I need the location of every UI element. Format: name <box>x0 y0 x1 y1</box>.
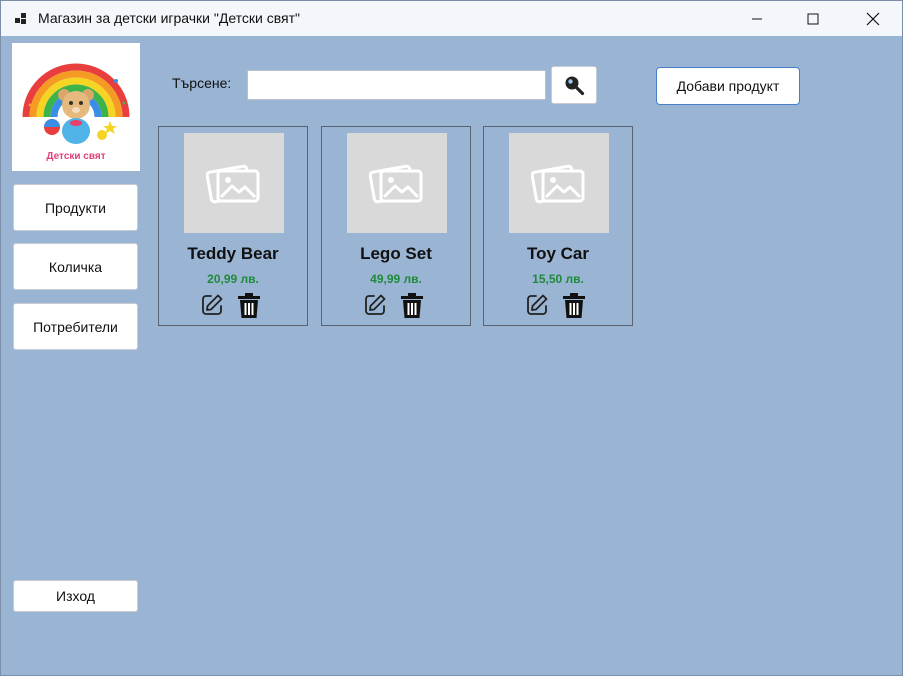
sidebar-item-products[interactable]: Продукти <box>13 184 138 231</box>
product-card[interactable]: Teddy Bear 20,99 лв. <box>158 126 308 326</box>
search-label: Търсене: <box>172 75 232 91</box>
minimize-button[interactable] <box>734 1 780 36</box>
product-name: Toy Car <box>526 244 590 263</box>
search-input[interactable] <box>247 70 546 100</box>
product-image <box>509 133 609 233</box>
close-button[interactable] <box>850 1 896 36</box>
sidebar-item-label: Продукти <box>44 199 106 216</box>
sidebar-item-cart[interactable]: Количка <box>13 243 138 290</box>
trash-icon[interactable] <box>562 293 586 319</box>
product-card[interactable]: Toy Car 15,50 лв. <box>483 126 633 326</box>
sidebar-item-label: Количка <box>48 258 103 275</box>
product-name: Teddy Bear <box>187 244 279 263</box>
app-icon <box>14 11 30 27</box>
edit-icon[interactable] <box>363 293 387 317</box>
exit-button[interactable]: Изход <box>13 580 138 612</box>
add-product-label: Добави продукт <box>676 78 780 94</box>
product-image <box>184 133 284 233</box>
sidebar-item-users[interactable]: Потребители <box>13 303 138 350</box>
image-placeholder-icon <box>206 164 260 204</box>
product-price: 20,99 лв. <box>207 272 259 286</box>
store-logo: Детски свят <box>12 43 140 171</box>
product-image <box>347 133 447 233</box>
search-button[interactable] <box>551 66 597 104</box>
title-bar: Магазин за детски играчки "Детски свят" <box>1 1 902 36</box>
sidebar-item-label: Потребители <box>33 318 118 335</box>
edit-icon[interactable] <box>200 293 224 317</box>
trash-icon[interactable] <box>400 293 424 319</box>
product-price: 49,99 лв. <box>370 272 422 286</box>
product-card[interactable]: Lego Set 49,99 лв. <box>321 126 471 326</box>
window-title: Магазин за детски играчки "Детски свят" <box>38 10 300 26</box>
exit-button-label: Изход <box>56 588 95 604</box>
add-product-button[interactable]: Добави продукт <box>656 67 800 105</box>
product-price: 15,50 лв. <box>532 272 584 286</box>
maximize-button[interactable] <box>790 1 836 36</box>
product-name: Lego Set <box>360 244 432 263</box>
image-placeholder-icon <box>369 164 423 204</box>
image-placeholder-icon <box>531 164 585 204</box>
trash-icon[interactable] <box>237 293 261 319</box>
logo-caption: Детски свят <box>46 151 106 162</box>
search-icon <box>565 76 585 96</box>
app-window: Магазин за детски играчки "Детски свят" <box>0 0 903 676</box>
edit-icon[interactable] <box>525 293 549 317</box>
